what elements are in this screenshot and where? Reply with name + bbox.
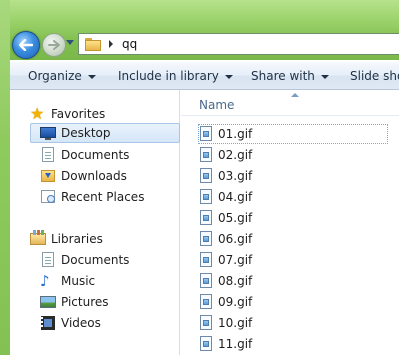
file-name: 09.gif <box>218 295 253 309</box>
nav-item-recent-places[interactable]: Recent Places <box>40 187 144 207</box>
file-item[interactable]: 11.gif <box>199 334 389 354</box>
nav-item-library-documents[interactable]: Documents <box>40 250 129 270</box>
nav-item-pictures[interactable]: Pictures <box>40 292 109 312</box>
file-item[interactable]: 06.gif <box>199 229 389 249</box>
gif-image-file-icon <box>199 231 213 247</box>
file-item[interactable]: 07.gif <box>199 250 389 270</box>
slide-show-button[interactable]: Slide show <box>350 69 399 83</box>
nav-item-documents[interactable]: Documents <box>40 145 129 165</box>
document-icon <box>40 147 56 163</box>
nav-favorites[interactable]: ★ Favorites <box>30 104 105 124</box>
navigation-pane: ★ Favorites Desktop Documents Downloads … <box>10 90 180 355</box>
file-item[interactable]: 04.gif <box>199 187 389 207</box>
downloads-folder-icon <box>40 168 56 184</box>
chevron-down-icon <box>320 74 329 79</box>
file-name: 04.gif <box>218 190 253 204</box>
nav-item-desktop[interactable]: Desktop <box>30 123 180 143</box>
pictures-icon <box>40 294 56 310</box>
forward-button[interactable] <box>42 33 66 57</box>
video-film-icon <box>40 315 56 331</box>
back-button[interactable] <box>12 31 40 59</box>
column-header-name[interactable]: Name <box>181 90 399 116</box>
document-icon <box>40 252 56 268</box>
file-item[interactable]: 05.gif <box>199 208 389 228</box>
share-with-menu[interactable]: Share with <box>251 69 329 83</box>
gif-image-file-icon <box>199 315 213 331</box>
gif-image-file-icon <box>199 252 213 268</box>
nav-item-videos[interactable]: Videos <box>40 313 101 333</box>
file-name: 07.gif <box>218 253 253 267</box>
window-frame-edge <box>0 0 10 355</box>
include-in-library-menu[interactable]: Include in library <box>118 69 233 83</box>
sort-ascending-icon <box>291 93 299 97</box>
file-name: 11.gif <box>218 337 253 351</box>
gif-image-file-icon <box>199 126 213 142</box>
file-list: Name 01.gif 02.gif 03.gif 04.gif 05.gif 06.gi… <box>181 90 399 355</box>
recent-pages-dropdown[interactable] <box>66 40 74 45</box>
command-bar: Organize Include in library Share with S… <box>10 61 399 90</box>
file-name: 05.gif <box>218 211 253 225</box>
gif-image-file-icon <box>199 147 213 163</box>
file-name: 10.gif <box>218 316 253 330</box>
breadcrumb-item[interactable]: qq <box>122 37 137 51</box>
folder-icon <box>85 37 101 51</box>
chevron-down-icon <box>87 74 96 79</box>
file-item[interactable]: 03.gif <box>199 166 389 186</box>
library-icon <box>30 230 46 247</box>
nav-item-music[interactable]: ♪ Music <box>40 271 95 291</box>
desktop-icon <box>40 125 56 141</box>
file-item[interactable]: 01.gif <box>198 124 388 144</box>
file-name: 08.gif <box>218 274 253 288</box>
nav-item-downloads[interactable]: Downloads <box>40 166 127 186</box>
file-item[interactable]: 10.gif <box>199 313 389 333</box>
nav-libraries[interactable]: Libraries <box>30 229 103 249</box>
arrow-left-icon <box>19 39 33 51</box>
file-name: 02.gif <box>218 148 253 162</box>
file-item[interactable]: 09.gif <box>199 292 389 312</box>
file-name: 03.gif <box>218 169 253 183</box>
file-item[interactable]: 02.gif <box>199 145 389 165</box>
organize-menu[interactable]: Organize <box>28 69 96 83</box>
recent-places-icon <box>40 189 56 205</box>
gif-image-file-icon <box>199 210 213 226</box>
file-item[interactable]: 08.gif <box>199 271 389 291</box>
gif-image-file-icon <box>199 336 213 352</box>
gif-image-file-icon <box>199 189 213 205</box>
address-bar[interactable]: qq <box>78 33 399 55</box>
arrow-right-icon <box>48 40 60 50</box>
gif-image-file-icon <box>199 273 213 289</box>
file-name: 06.gif <box>218 232 253 246</box>
file-name: 01.gif <box>218 127 253 141</box>
chevron-down-icon <box>224 74 233 79</box>
breadcrumb-chevron-icon[interactable] <box>109 40 113 48</box>
music-note-icon: ♪ <box>40 272 50 290</box>
star-icon: ★ <box>30 104 45 123</box>
gif-image-file-icon <box>199 168 213 184</box>
gif-image-file-icon <box>199 294 213 310</box>
